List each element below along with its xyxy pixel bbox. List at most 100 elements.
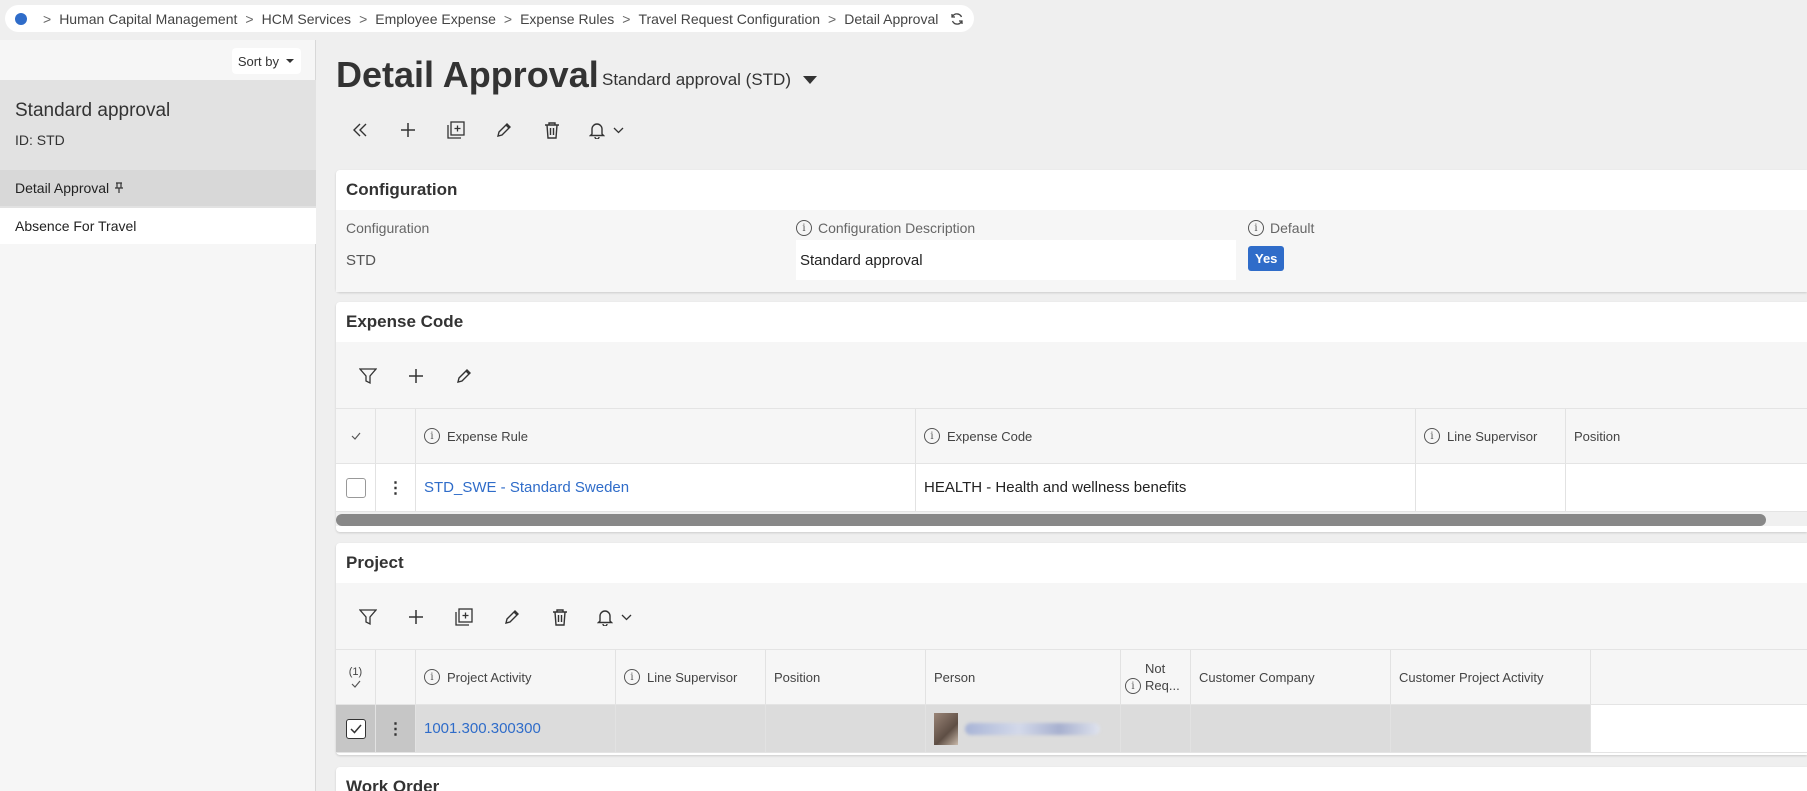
edit-button[interactable] [488, 599, 536, 635]
chevron-right-icon: > [245, 10, 254, 27]
filter-button[interactable] [344, 358, 392, 394]
bell-icon [596, 610, 613, 626]
breadcrumb-item-employee-expense[interactable]: Employee Expense [375, 11, 496, 27]
actions-column-header [376, 409, 416, 463]
column-header-expense-code[interactable]: i Expense Code [916, 409, 1416, 463]
scrollbar-thumb[interactable] [336, 514, 1766, 526]
table-row[interactable]: ⋮ STD_SWE - Standard Sweden HEALTH - Hea… [336, 464, 1807, 512]
breadcrumb-item-hcm[interactable]: Human Capital Management [59, 11, 237, 27]
breadcrumb-item-travel-request-config[interactable]: Travel Request Configuration [638, 11, 820, 27]
collapse-button[interactable] [336, 112, 384, 148]
column-header-label: Project Activity [447, 669, 532, 685]
check-icon [351, 680, 360, 688]
expense-code-value: HEALTH - Health and wellness benefits [924, 479, 1187, 496]
notifications-button[interactable] [576, 112, 636, 148]
person-name-redacted [965, 722, 1100, 735]
chevron-down-icon [621, 614, 631, 620]
horizontal-scrollbar[interactable] [336, 512, 1807, 526]
cell-line-supervisor [616, 705, 766, 752]
column-header-customer-project-activity[interactable]: Customer Project Activity [1391, 650, 1591, 704]
expense-rule-link[interactable]: STD_SWE - Standard Sweden [424, 479, 629, 496]
add-button[interactable] [392, 599, 440, 635]
info-icon[interactable]: i [424, 428, 440, 444]
page-title: Detail Approval [336, 54, 599, 95]
breadcrumb-item-hcm-services[interactable]: HCM Services [262, 11, 351, 27]
chevron-right-icon: > [503, 10, 513, 27]
info-icon[interactable]: i [1424, 428, 1440, 444]
delete-button[interactable] [528, 112, 576, 148]
info-icon[interactable]: i [796, 220, 812, 236]
info-icon[interactable]: i [1125, 678, 1141, 694]
table-row[interactable]: ⋮ 1001.300.300300 [336, 705, 1807, 753]
row-select-checkbox[interactable] [336, 705, 376, 752]
configuration-value: STD [346, 252, 376, 269]
configuration-description-field[interactable]: Standard approval [796, 240, 1236, 280]
record-selector[interactable]: Standard approval (STD) [602, 70, 817, 90]
column-header-label: Line Supervisor [647, 669, 738, 685]
column-header-project-activity[interactable]: i Project Activity [416, 650, 616, 704]
column-header-position[interactable]: Position [1566, 409, 1807, 463]
sort-by-button[interactable]: Sort by [231, 48, 301, 74]
checkbox-checked[interactable] [345, 718, 366, 739]
row-actions-button[interactable]: ⋮ [376, 705, 416, 752]
chevron-right-icon: > [622, 10, 631, 27]
column-header-line-supervisor[interactable]: i Line Supervisor [616, 650, 766, 704]
breadcrumb-item-expense-rules[interactable]: Expense Rules [520, 11, 614, 27]
record-id: ID: STD [15, 132, 65, 148]
configuration-description-label-text: Configuration Description [818, 220, 976, 236]
cell-project-activity[interactable]: 1001.300.300300 [416, 705, 616, 752]
column-header-line-supervisor[interactable]: i Line Supervisor [1416, 409, 1566, 463]
select-all-check[interactable]: (1) [336, 650, 376, 704]
pencil-icon [505, 610, 519, 624]
nav-item-absence-for-travel[interactable]: Absence For Travel [0, 208, 316, 244]
column-header-label: Not Req... [1145, 660, 1180, 694]
project-toolbar [336, 583, 1807, 649]
work-order-title: Work Order [346, 777, 440, 791]
row-select-checkbox[interactable] [336, 464, 376, 511]
info-icon[interactable]: i [424, 669, 440, 685]
cell-expense-code: HEALTH - Health and wellness benefits [916, 464, 1416, 511]
column-header-position[interactable]: Position [766, 650, 926, 704]
delete-button[interactable] [536, 599, 584, 635]
default-label-text: Default [1270, 220, 1315, 236]
column-header-expense-rule[interactable]: i Expense Rule [416, 409, 916, 463]
info-icon[interactable]: i [624, 669, 640, 685]
info-icon[interactable]: i [1248, 220, 1264, 236]
nav-item-detail-approval[interactable]: Detail Approval [0, 170, 316, 206]
column-header-customer-company[interactable]: Customer Company [1191, 650, 1391, 704]
chevron-down-icon [613, 127, 623, 133]
edit-button[interactable] [480, 112, 528, 148]
info-icon[interactable]: i [924, 428, 940, 444]
pencil-icon [457, 369, 471, 383]
notifications-button[interactable] [584, 599, 644, 635]
cell-expense-rule[interactable]: STD_SWE - Standard Sweden [416, 464, 916, 511]
project-activity-link[interactable]: 1001.300.300300 [424, 720, 541, 737]
selected-count: (1) [348, 666, 363, 678]
default-label: i Default [1248, 220, 1314, 236]
column-header-label: Customer Project Activity [1399, 669, 1544, 685]
cell-person[interactable] [926, 705, 1121, 752]
column-header-person[interactable]: Person [926, 650, 1121, 704]
pin-icon[interactable] [113, 182, 125, 194]
duplicate-button[interactable] [440, 599, 488, 635]
default-badge: Yes [1248, 246, 1285, 271]
edit-button[interactable] [440, 358, 488, 394]
duplicate-icon [455, 608, 473, 626]
row-actions-button[interactable]: ⋮ [376, 464, 416, 511]
new-button[interactable] [384, 112, 432, 148]
home-icon[interactable] [15, 12, 27, 25]
kebab-icon: ⋮ [387, 720, 404, 738]
duplicate-button[interactable] [432, 112, 480, 148]
avatar [934, 712, 958, 745]
column-header-label: Expense Code [947, 428, 1033, 444]
expense-code-card: Expense Code i Expense Rule i Expense Co… [336, 302, 1807, 532]
add-button[interactable] [392, 358, 440, 394]
cell-customer-company [1191, 705, 1391, 752]
refresh-icon[interactable] [950, 12, 964, 26]
filter-button[interactable] [344, 599, 392, 635]
column-header-not-required[interactable]: i Not Req... [1121, 650, 1191, 704]
cell-position [1566, 464, 1807, 511]
select-all-check[interactable] [336, 409, 376, 463]
checkbox[interactable] [345, 477, 366, 498]
breadcrumb: > Human Capital Management > HCM Service… [5, 5, 975, 32]
